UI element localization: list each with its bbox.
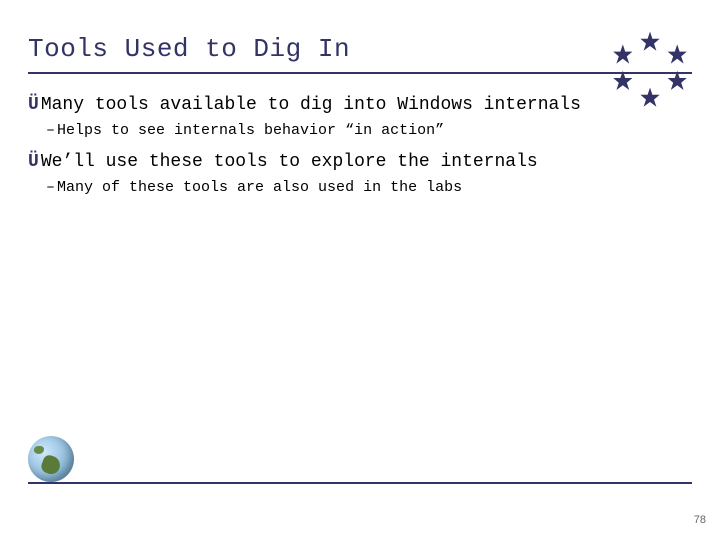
bullet-text: Many of these tools are also used in the…: [57, 179, 462, 196]
bullet-text: We’ll use these tools to explore the int…: [41, 152, 538, 172]
globe-icon: [28, 436, 74, 482]
bullet-level2: –Helps to see internals behavior “in act…: [46, 121, 692, 141]
dash-bullet-icon: –: [46, 122, 55, 139]
dash-bullet-icon: –: [46, 179, 55, 196]
bullet-level2: –Many of these tools are also used in th…: [46, 178, 692, 198]
slide-title: Tools Used to Dig In: [28, 34, 692, 70]
arrow-bullet-icon: Ü: [28, 95, 39, 115]
footer-rule: [28, 482, 692, 484]
bullet-text: Many tools available to dig into Windows…: [41, 95, 581, 115]
bullet-level1: ÜMany tools available to dig into Window…: [28, 94, 692, 117]
bullet-level1: ÜWe’ll use these tools to explore the in…: [28, 151, 692, 174]
arrow-bullet-icon: Ü: [28, 152, 39, 172]
page-number: 78: [694, 514, 706, 526]
slide: Tools Used to Dig In ÜMany tools availab…: [0, 0, 720, 540]
bullet-text: Helps to see internals behavior “in acti…: [57, 122, 444, 139]
stars-logo: [610, 30, 690, 110]
